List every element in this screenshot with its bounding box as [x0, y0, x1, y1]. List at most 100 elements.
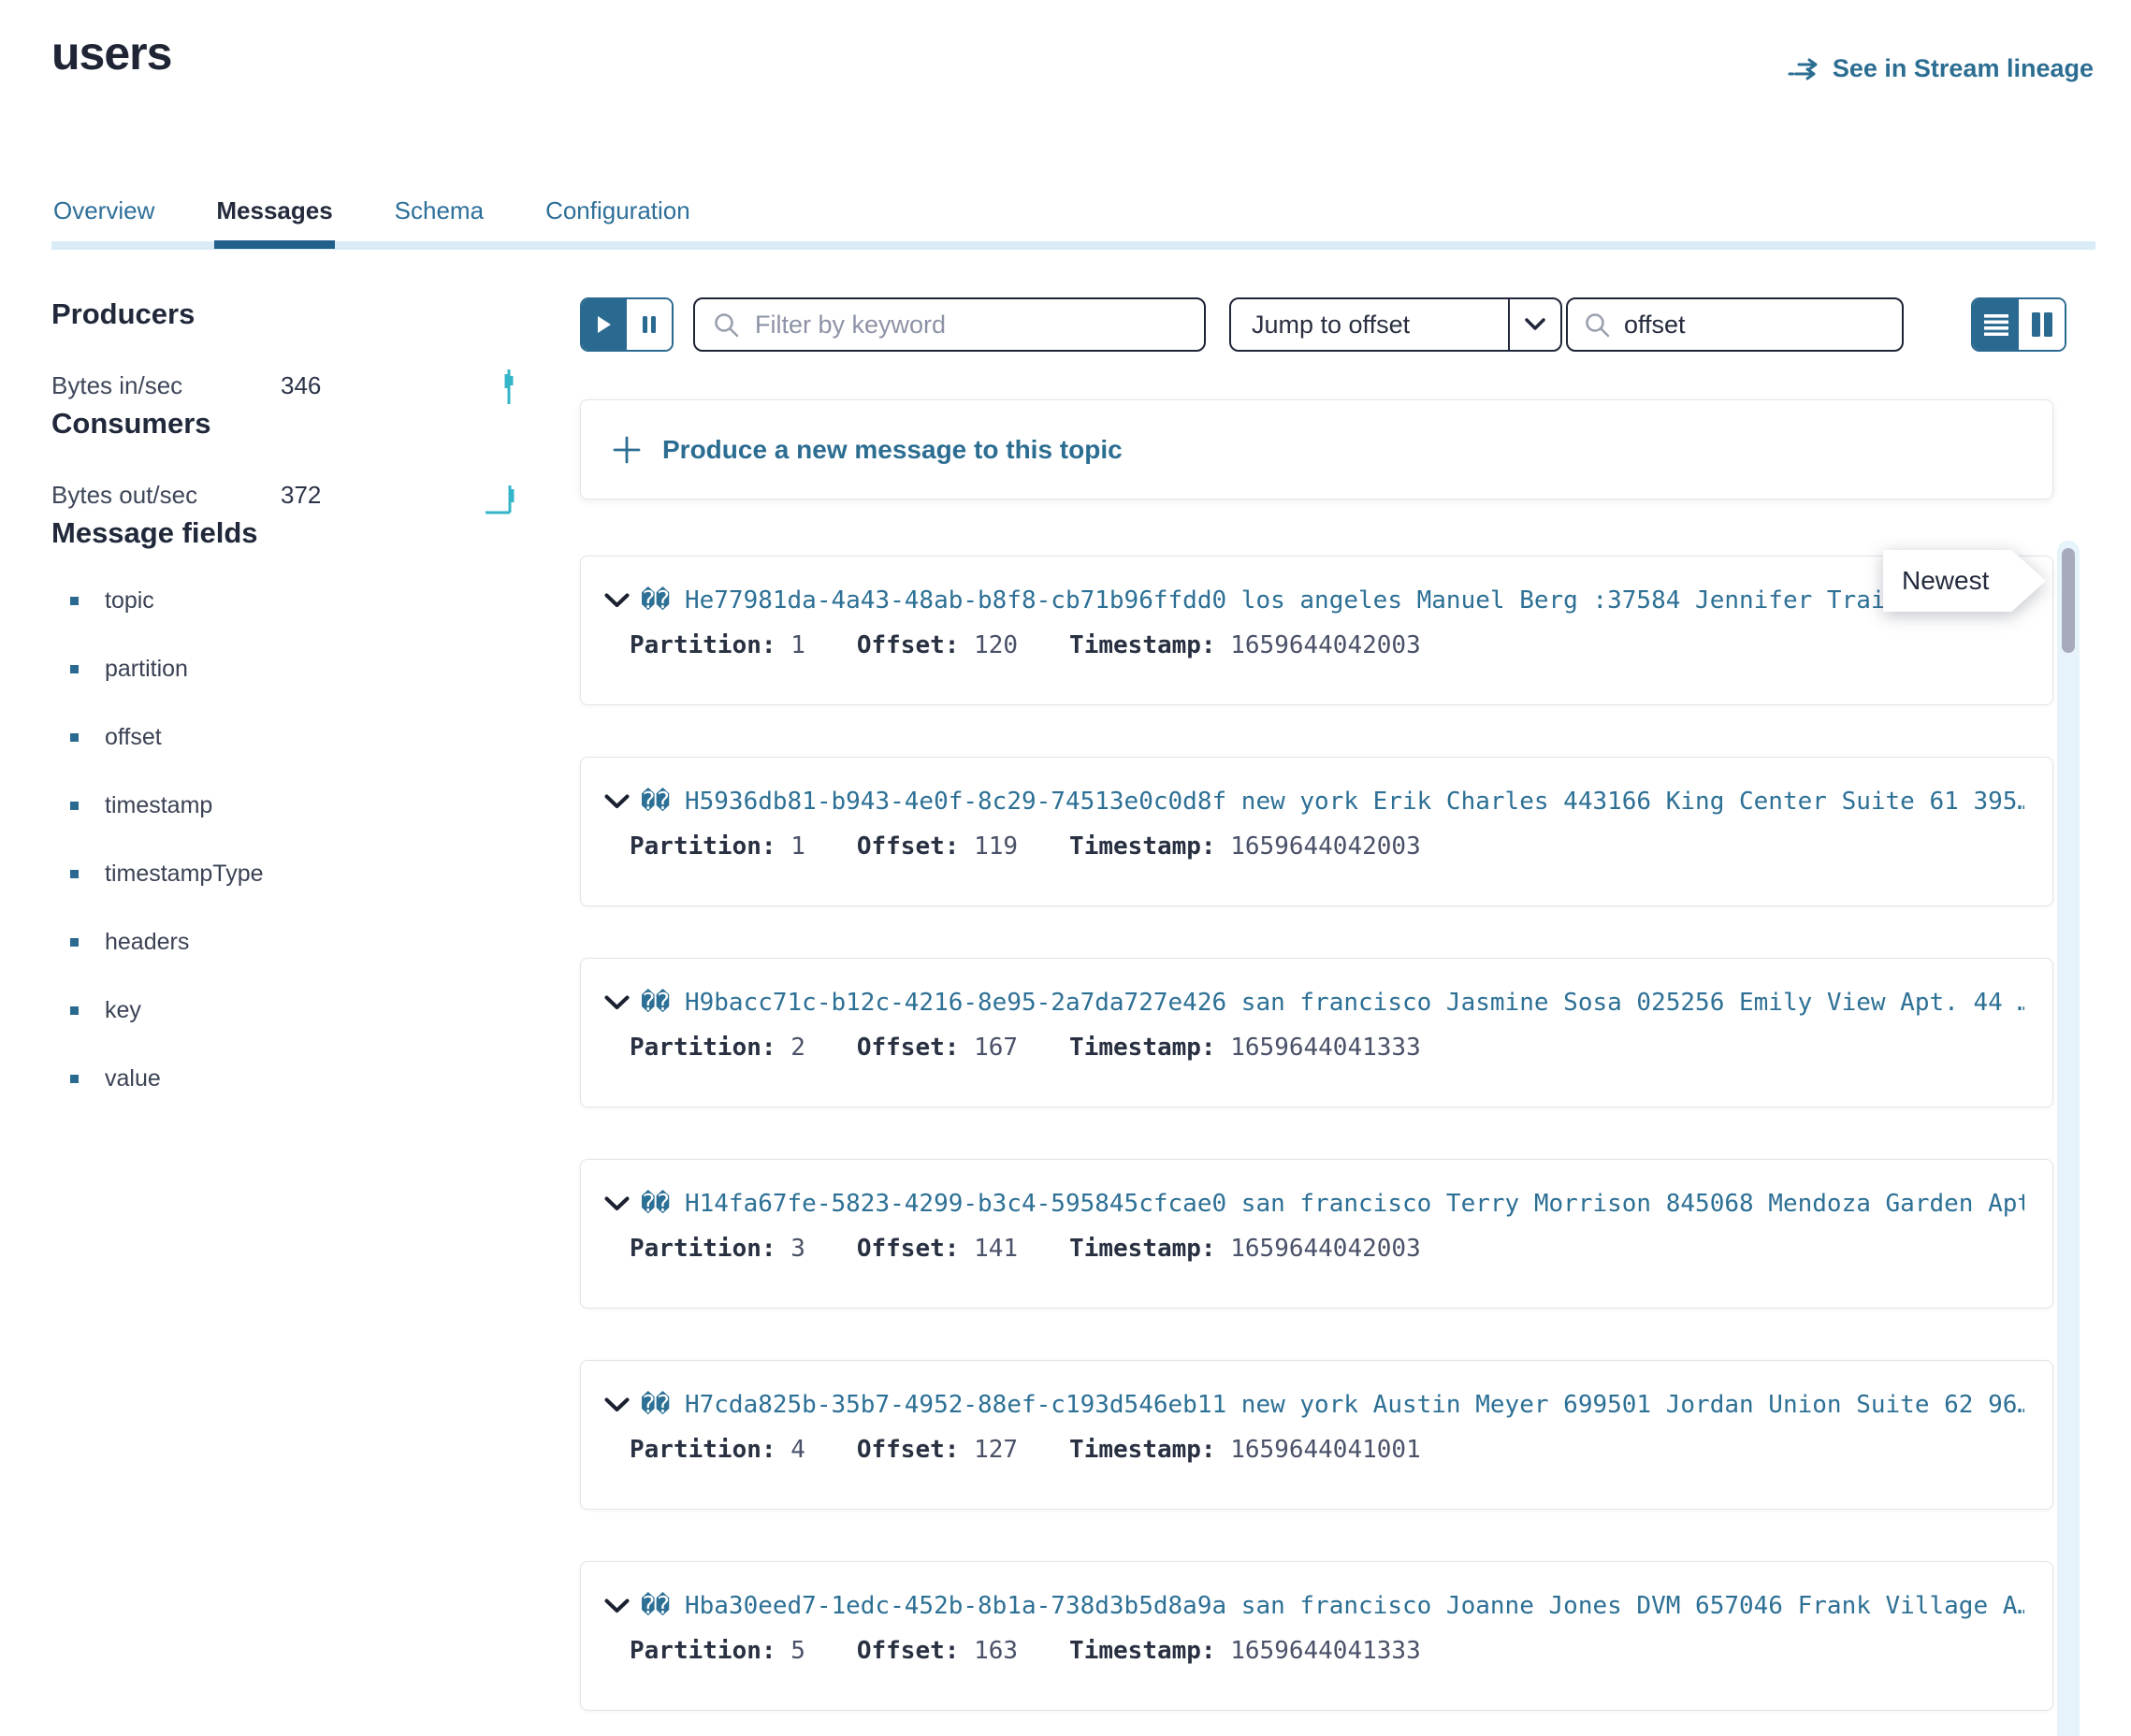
timestamp-value: 1659644041001 [1230, 1436, 1421, 1464]
message-meta: Partition: 4Offset: 127Timestamp: 165964… [630, 1436, 2024, 1464]
message-partition: Partition: 1 [630, 631, 805, 659]
message-meta: Partition: 2Offset: 167Timestamp: 165964… [630, 1034, 2024, 1062]
offset-value: 120 [974, 631, 1018, 659]
field-item-timestampType: timestampType [51, 861, 527, 888]
timestamp-label: Timestamp: [1069, 631, 1230, 659]
offset-value: 119 [974, 832, 1018, 861]
list-view-button[interactable] [1973, 299, 2019, 350]
jump-to-offset-select[interactable]: Jump to offset [1229, 297, 1562, 352]
column-view-icon [2031, 311, 2053, 338]
field-bullet [70, 733, 79, 742]
message-partition: Partition: 4 [630, 1436, 805, 1464]
message-partition: Partition: 5 [630, 1637, 805, 1665]
stream-lineage-icon [1788, 57, 1821, 81]
field-label: partition [105, 656, 188, 683]
message-card[interactable]: �� H14fa67fe-5823-4299-b3c4-595845cfcae0… [580, 1159, 2053, 1309]
view-mode-toggle [1971, 297, 2066, 352]
field-item-topic: topic [51, 587, 527, 615]
message-timestamp: Timestamp: 1659644042003 [1069, 832, 1421, 861]
tab-messages[interactable]: Messages [214, 196, 334, 225]
expand-chevron-icon[interactable] [604, 1599, 630, 1613]
expand-chevron-icon[interactable] [604, 593, 630, 608]
partition-value: 4 [790, 1436, 805, 1464]
message-offset: Offset: 163 [857, 1637, 1018, 1665]
field-label: offset [105, 724, 162, 751]
expand-chevron-icon[interactable] [604, 1196, 630, 1211]
timestamp-value: 1659644041333 [1230, 1034, 1421, 1062]
offset-label: Offset: [857, 1034, 974, 1062]
message-meta: Partition: 1 Offset: 120 Timestamp: 165964… [630, 631, 2024, 659]
field-label: headers [105, 929, 189, 956]
plus-icon [612, 435, 642, 465]
timestamp-label: Timestamp: [1069, 1034, 1230, 1062]
sidebar: Producers Bytes in/sec 346 Consumers Byt… [51, 297, 527, 1134]
message-key: �� H14fa67fe-5823-4299-b3c4-595845cfcae0… [641, 1190, 2024, 1218]
message-card[interactable]: �� H5936db81-b943-4e0f-8c29-74513e0c0d8f… [580, 757, 2053, 906]
offset-label: Offset: [857, 832, 974, 861]
partition-value: 2 [790, 1034, 805, 1062]
list-view-icon [1983, 313, 2009, 336]
message-meta: Partition: 3Offset: 141Timestamp: 165964… [630, 1235, 2024, 1263]
partition-value: 1 [790, 631, 805, 659]
offset-value: 167 [974, 1034, 1018, 1062]
partition-value: 5 [790, 1637, 805, 1665]
tab-configuration[interactable]: Configuration [544, 196, 692, 225]
stream-lineage-link[interactable]: See in Stream lineage [1788, 54, 2094, 83]
column-view-button[interactable] [2019, 299, 2065, 350]
timestamp-value: 1659644042003 [1230, 1235, 1421, 1263]
message-key: �� Hba30eed7-1edc-452b-8b1a-738d3b5d8a9a… [641, 1592, 2024, 1620]
produce-message-label: Produce a new message to this topic [662, 435, 1123, 465]
bytes-in-sparkline [489, 365, 527, 407]
expand-chevron-icon[interactable] [604, 995, 630, 1010]
offset-label: Offset: [857, 1235, 974, 1263]
message-card[interactable]: �� H7cda825b-35b7-4952-88ef-c193d546eb11… [580, 1360, 2053, 1510]
expand-chevron-icon[interactable] [604, 794, 630, 809]
message-list: �� He77981da-4a43-48ab-b8f8-cb71b96ffdd0… [580, 556, 2066, 1711]
field-label: value [105, 1065, 161, 1092]
message-timestamp: Timestamp: 1659644042003 [1069, 1235, 1421, 1263]
field-label: topic [105, 587, 154, 615]
bytes-in-metric: Bytes in/sec 346 [51, 365, 527, 407]
produce-message-button[interactable]: Produce a new message to this topic [580, 399, 2053, 499]
partition-label: Partition: [630, 1235, 790, 1263]
tab-track [51, 241, 2095, 250]
field-bullet [70, 802, 79, 810]
message-card[interactable]: �� Hba30eed7-1edc-452b-8b1a-738d3b5d8a9a… [580, 1561, 2053, 1711]
message-partition: Partition: 1 [630, 832, 805, 861]
field-bullet [70, 1006, 79, 1015]
message-key: �� H5936db81-b943-4e0f-8c29-74513e0c0d8f… [641, 788, 2024, 816]
bytes-out-metric: Bytes out/sec 372 [51, 474, 527, 516]
field-item-headers: headers [51, 929, 527, 956]
offset-label: Offset: [857, 1637, 974, 1665]
tab-schema[interactable]: Schema [393, 196, 486, 225]
tab-overview[interactable]: Overview [51, 196, 156, 225]
field-label: key [105, 997, 141, 1024]
messages-scrollbar-track[interactable] [2057, 541, 2080, 1736]
play-button[interactable] [582, 299, 627, 350]
field-label: timestamp [105, 792, 212, 819]
message-timestamp: Timestamp: 1659644042003 [1069, 631, 1421, 659]
message-timestamp: Timestamp: 1659644041333 [1069, 1637, 1421, 1665]
offset-label: Offset: [857, 1436, 974, 1464]
bytes-in-label: Bytes in/sec [51, 371, 281, 400]
message-timestamp: Timestamp: 1659644041001 [1069, 1436, 1421, 1464]
producers-heading: Producers [51, 297, 527, 331]
message-offset: Offset: 120 [857, 631, 1018, 659]
field-bullet [70, 597, 79, 605]
messages-toolbar: Jump to offset [580, 297, 2066, 352]
timestamp-label: Timestamp: [1069, 1436, 1230, 1464]
filter-input[interactable] [693, 297, 1206, 352]
pause-button[interactable] [627, 299, 672, 350]
expand-chevron-icon[interactable] [604, 1397, 630, 1412]
field-item-timestamp: timestamp [51, 792, 527, 819]
message-offset: Offset: 141 [857, 1235, 1018, 1263]
field-bullet [70, 938, 79, 947]
message-card[interactable]: �� H9bacc71c-b12c-4216-8e95-2a7da727e426… [580, 958, 2053, 1107]
offset-input[interactable] [1566, 297, 1904, 352]
messages-scrollbar-thumb[interactable] [2062, 548, 2075, 653]
message-card[interactable]: �� He77981da-4a43-48ab-b8f8-cb71b96ffdd0… [580, 556, 2053, 705]
play-icon [597, 315, 612, 334]
timestamp-value: 1659644041333 [1230, 1637, 1421, 1665]
bytes-out-sparkline [485, 474, 527, 516]
message-key: �� H9bacc71c-b12c-4216-8e95-2a7da727e426… [641, 989, 2024, 1017]
